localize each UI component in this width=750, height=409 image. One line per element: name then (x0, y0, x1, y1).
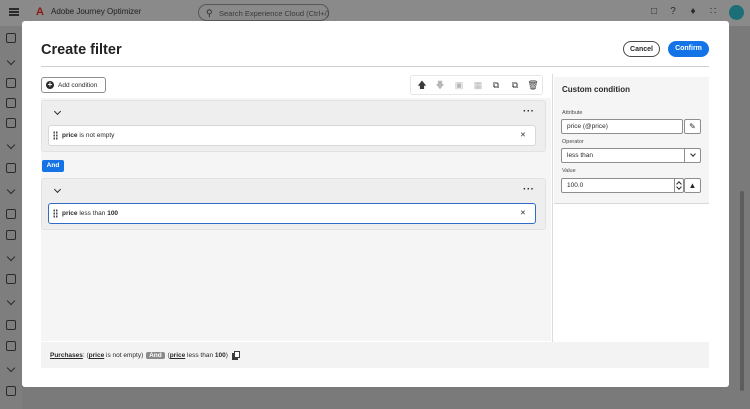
chat-icon[interactable]: □ (648, 6, 660, 18)
page-scrollbar[interactable] (740, 191, 744, 391)
summary-cond1-attr[interactable]: price (89, 352, 105, 359)
chevron-down-icon[interactable] (6, 252, 16, 262)
condition-builder: ··· price is not empty ✕ And ··· price l… (41, 98, 551, 341)
dialog-title: Create filter (41, 42, 122, 58)
operator-select[interactable]: less than (561, 148, 701, 163)
chevron-down-icon[interactable] (53, 185, 62, 194)
filter-summary: Purchases: (price is not empty) And (pri… (41, 342, 709, 368)
chevron-down-icon (690, 151, 696, 157)
schemas-icon[interactable] (6, 274, 16, 284)
search-icon: ⚲ (206, 8, 213, 18)
content-icon[interactable] (6, 118, 16, 128)
create-filter-dialog: Create filter Cancel Confirm + Add condi… (22, 21, 729, 387)
more-options-icon[interactable]: ··· (523, 106, 535, 117)
condition-text: price less than 100 (62, 210, 118, 217)
settings-icon[interactable] (6, 341, 16, 351)
drag-handle-icon[interactable] (53, 209, 58, 218)
experiment-icon[interactable] (6, 163, 16, 173)
menu-icon[interactable] (9, 8, 19, 16)
condition-attribute: price (62, 210, 78, 217)
summary-cond2-op: less than (187, 352, 214, 359)
condition-text: price is not empty (62, 132, 114, 139)
confirm-button[interactable]: Confirm (668, 41, 709, 57)
move-down-icon[interactable]: 🡇 (434, 79, 446, 91)
more-options-icon[interactable]: ··· (523, 184, 535, 195)
summary-text: Purchases: (price is not empty) And (pri… (50, 351, 240, 359)
value-stepper[interactable] (674, 179, 684, 192)
condition-group: ··· price less than 100 ✕ (41, 178, 546, 230)
divider (41, 66, 709, 67)
campaign-icon[interactable] (6, 78, 16, 88)
remove-condition-icon[interactable]: ✕ (520, 209, 526, 217)
move-up-icon[interactable]: 🡅 (416, 79, 428, 91)
value-label: Value (562, 168, 576, 174)
duplicate-icon[interactable]: ⧉ (490, 79, 502, 91)
ungroup-icon[interactable]: ▦ (472, 79, 484, 91)
parameter-icon[interactable]: ▲ (684, 178, 701, 193)
summary-close2: ) (225, 352, 228, 359)
summary-entity[interactable]: Purchases (50, 352, 83, 359)
attribute-label: Attribute (562, 110, 583, 116)
condition-attribute: price (62, 132, 78, 139)
summary-cond2-val: 100 (214, 352, 226, 359)
operator-value: less than (567, 152, 594, 159)
attribute-field[interactable]: price (@price) (561, 119, 683, 134)
value-text: 100.0 (567, 182, 584, 189)
profiles-icon[interactable] (6, 230, 16, 240)
global-search-field[interactable]: ⚲ Search Experience Cloud (Ctrl+/) (198, 4, 329, 21)
add-condition-button[interactable]: + Add condition (41, 77, 106, 93)
and-connector[interactable]: And (42, 160, 64, 172)
chevron-down-icon[interactable] (53, 107, 62, 116)
chevron-down-icon[interactable] (6, 140, 16, 150)
app-name: Adobe Journey Optimizer (51, 7, 142, 16)
panel-title: Custom condition (562, 85, 630, 94)
search-placeholder: Search Experience Cloud (Ctrl+/) (219, 9, 330, 18)
chevron-down-icon[interactable] (6, 185, 16, 195)
notifications-icon[interactable]: ♦ (687, 6, 699, 18)
data-icon[interactable] (6, 386, 16, 396)
drag-handle-icon[interactable] (53, 131, 58, 140)
condition-operator: is not empty (79, 132, 115, 139)
summary-cond1-op: is not empty) (106, 352, 144, 359)
select-separator (684, 149, 685, 162)
add-condition-label: Add condition (58, 81, 98, 89)
stepper-down-icon[interactable] (676, 184, 682, 190)
chevron-down-icon[interactable] (6, 296, 16, 306)
summary-and-badge: And (146, 352, 165, 359)
apps-grid-icon[interactable]: ∷ (707, 6, 719, 18)
delete-icon[interactable]: 🗑 (527, 79, 539, 91)
cancel-button[interactable]: Cancel (623, 41, 660, 57)
dashboards-icon[interactable] (6, 320, 16, 330)
condition-value: 100 (107, 210, 119, 217)
group-icon[interactable]: ▣ (453, 79, 465, 91)
left-nav (0, 26, 22, 409)
condition-row-selected[interactable]: price less than 100 ✕ (48, 203, 536, 224)
condition-row[interactable]: price is not empty ✕ (48, 125, 536, 146)
help-icon[interactable]: ? (667, 6, 679, 18)
audiences-icon[interactable] (6, 209, 16, 219)
chevron-down-icon[interactable] (6, 56, 16, 66)
chevron-down-icon[interactable] (6, 363, 16, 373)
value-field[interactable]: 100.0 (561, 178, 684, 193)
panel-divider (552, 74, 553, 342)
adobe-logo-icon: A (36, 6, 44, 18)
edit-attribute-icon[interactable]: ✎ (684, 119, 701, 134)
copy-icon[interactable] (233, 351, 240, 358)
home-icon[interactable] (6, 33, 16, 43)
operator-label: Operator (562, 139, 584, 145)
journey-icon[interactable] (6, 98, 16, 108)
copy-icon[interactable]: ⧉ (509, 79, 521, 91)
avatar[interactable] (729, 5, 744, 20)
condition-toolbar: 🡅 🡇 ▣ ▦ ⧉ ⧉ 🗑 (410, 75, 543, 95)
custom-condition-panel: Custom condition Attribute price (@price… (554, 77, 709, 204)
add-icon: + (46, 80, 54, 89)
summary-cond2-attr[interactable]: price (170, 352, 186, 359)
remove-condition-icon[interactable]: ✕ (520, 131, 526, 139)
condition-operator: less than (79, 210, 106, 217)
condition-group: ··· price is not empty ✕ (41, 100, 546, 152)
